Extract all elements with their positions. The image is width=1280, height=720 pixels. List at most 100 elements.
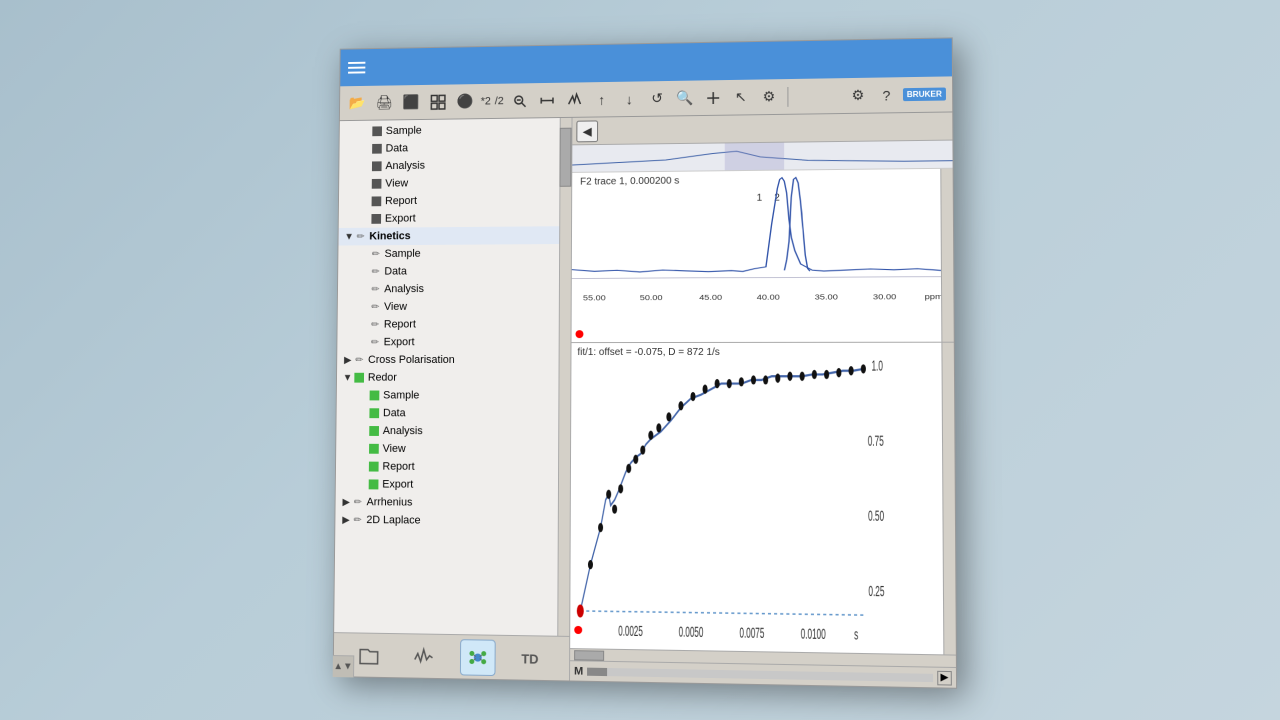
svg-text:0.0100: 0.0100 <box>801 626 826 643</box>
tree-item-export3[interactable]: Export <box>336 475 570 495</box>
kinetics-formula: fit/1: offset = -0.075, D = 872 1/s <box>577 347 719 358</box>
tree-item-arrhenius[interactable]: ▶ ✏ Arrhenius <box>335 493 569 513</box>
tree-item-data3[interactable]: Data <box>336 404 570 423</box>
kinetics-chart-svg: 1.0 0.75 0.50 0.25 0.0025 0.0050 0.0075 … <box>570 343 895 654</box>
expander-view3 <box>355 442 369 456</box>
expander-data3 <box>356 406 370 420</box>
scroll-right-btn[interactable]: ▶ <box>937 670 952 685</box>
svg-text:0.25: 0.25 <box>868 583 884 600</box>
expander-analysis3 <box>356 424 370 438</box>
display-button[interactable]: ⬛ <box>399 90 422 114</box>
expander-laplace2d[interactable]: ▶ <box>339 513 353 527</box>
print-button[interactable]: 🖨 <box>373 91 396 115</box>
icon-view2: ✏ <box>370 302 380 312</box>
grid-button[interactable] <box>426 90 449 114</box>
down-button[interactable]: ↓ <box>617 87 641 111</box>
gear-icon[interactable]: ⚙ <box>846 83 870 107</box>
zoom-button[interactable] <box>508 89 532 113</box>
kinetics-scrollbar[interactable] <box>941 343 955 655</box>
expander-kinetics[interactable]: ▼ <box>342 230 356 244</box>
overview-strip <box>572 141 952 173</box>
tree-item-view3[interactable]: View <box>336 440 570 459</box>
svg-text:45.00: 45.00 <box>699 294 723 302</box>
expander-data1 <box>359 142 373 156</box>
sidebar-scrollbar-thumb[interactable] <box>559 128 571 187</box>
chart-prev-btn[interactable]: ◀ <box>576 120 598 142</box>
tree-item-redor[interactable]: ▼ Redor <box>337 369 571 387</box>
label-laplace2d: 2D Laplace <box>366 514 420 526</box>
expander-cross-pol[interactable]: ▶ <box>341 353 355 367</box>
hamburger-menu[interactable] <box>348 62 365 74</box>
tree-item-sample3[interactable]: Sample <box>337 387 571 405</box>
label-export2: Export <box>384 336 415 348</box>
tree-item-sample2[interactable]: ✏ Sample <box>338 244 571 263</box>
svg-text:TD: TD <box>521 651 538 667</box>
rotate-button[interactable]: ↺ <box>645 86 669 110</box>
expander-data2 <box>357 265 371 279</box>
label-view3: View <box>383 443 406 455</box>
icon-analysis2: ✏ <box>371 284 381 294</box>
content-area: Sample Data Analysis <box>334 112 956 687</box>
tab-molecule[interactable] <box>460 639 496 676</box>
tree-item-report3[interactable]: Report <box>336 457 570 476</box>
tree-item-view1[interactable]: View <box>339 173 571 193</box>
tree-item-analysis3[interactable]: Analysis <box>336 422 570 441</box>
settings-circle-button[interactable]: ⚙ <box>757 85 781 109</box>
tree-item-report2[interactable]: ✏ Report <box>337 315 570 333</box>
tree-item-export1[interactable]: Export <box>339 208 571 228</box>
label-export1: Export <box>385 213 416 225</box>
toolbar-right: ⚙ ? BRUKER <box>846 82 946 107</box>
tree-item-view2[interactable]: ✏ View <box>338 297 571 315</box>
status-m: M <box>574 665 583 677</box>
help-icon[interactable]: ? <box>874 83 899 107</box>
svg-text:0.0025: 0.0025 <box>618 623 643 640</box>
expander-analysis1 <box>358 160 372 174</box>
sidebar-scrollbar[interactable] <box>557 118 571 636</box>
svg-text:30.00: 30.00 <box>873 293 897 301</box>
tree-item-data2[interactable]: ✏ Data <box>338 262 571 281</box>
record-button[interactable]: ⚫ <box>454 89 477 113</box>
sidebar-bottom-toolbar: TD <box>334 632 570 680</box>
nmr-scrollbar[interactable] <box>940 169 953 342</box>
tree-item-report1[interactable]: Report <box>339 191 571 211</box>
bottom-scrollbar-thumb[interactable] <box>587 667 607 675</box>
zoom-out-button[interactable] <box>701 86 725 110</box>
tree-item-kinetics[interactable]: ▼ ✏ Kinetics <box>338 226 571 245</box>
label-export3: Export <box>382 479 413 491</box>
tree-list: Sample Data Analysis <box>335 118 571 533</box>
nmr-red-dot <box>575 330 583 338</box>
zoom-in-button[interactable]: 🔍 <box>673 86 697 110</box>
tree-item-cross-pol[interactable]: ▶ ✏ Cross Polarisation <box>337 351 570 369</box>
icon-report3 <box>369 462 379 472</box>
up-button[interactable]: ↑ <box>590 87 614 111</box>
tab-folder[interactable] <box>351 637 386 674</box>
tree-item-laplace2d[interactable]: ▶ ✏ 2D Laplace <box>335 511 569 531</box>
label-analysis3: Analysis <box>383 425 423 437</box>
expander-sample3 <box>356 389 370 403</box>
icon-cross-pol: ✏ <box>354 355 364 365</box>
label-view2: View <box>384 301 407 313</box>
label-analysis1: Analysis <box>385 160 425 172</box>
expander-redor[interactable]: ▼ <box>341 371 355 385</box>
bottom-scrollbar[interactable] <box>587 667 933 681</box>
expander-arrhenius[interactable]: ▶ <box>339 495 353 509</box>
tab-td[interactable]: TD <box>515 640 551 677</box>
svg-text:0.75: 0.75 <box>868 433 884 450</box>
open-button[interactable]: 📂 <box>346 91 369 115</box>
icon-sample3 <box>370 391 380 401</box>
nmr-chart-title: F2 trace 1, 0.000200 s <box>576 174 683 190</box>
peaks-button[interactable] <box>562 88 586 112</box>
tree-item-export2[interactable]: ✏ Export <box>337 333 570 351</box>
label-cross-pol: Cross Polarisation <box>368 354 455 366</box>
sidebar-scroll: Sample Data Analysis <box>334 118 571 636</box>
tree-item-analysis2[interactable]: ✏ Analysis <box>338 280 571 299</box>
cursor-button[interactable]: ↖ <box>729 85 753 109</box>
svg-text:40.00: 40.00 <box>757 294 781 302</box>
tab-waveform[interactable] <box>405 638 441 675</box>
icon-export1 <box>371 214 381 224</box>
label-data2: Data <box>384 266 407 278</box>
slash-count: /2 <box>495 95 504 107</box>
fit-button[interactable] <box>535 88 559 112</box>
star-count: *2 <box>481 95 491 107</box>
hscroll-thumb[interactable] <box>574 650 604 661</box>
